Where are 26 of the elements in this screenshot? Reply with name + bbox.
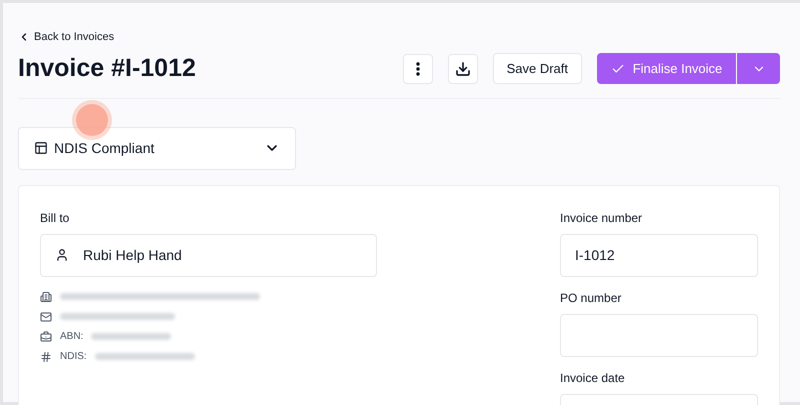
- field-label: Invoice date: [560, 370, 626, 384]
- page-title: Invoice #I-1012: [18, 56, 196, 81]
- back-link[interactable]: Back to Invoices: [18, 29, 114, 46]
- finalise-invoice-button[interactable]: Finalise Invoice: [597, 53, 736, 84]
- layout-icon: [34, 141, 48, 155]
- download-icon: [454, 60, 471, 76]
- compliance-select[interactable]: NDIS Compliant: [18, 126, 296, 170]
- building-icon: [40, 290, 52, 302]
- bill-to-label: Bill to: [40, 210, 70, 224]
- finalise-options-button[interactable]: [736, 53, 780, 84]
- more-icon: [416, 62, 420, 76]
- input-field[interactable]: [560, 314, 758, 356]
- download-button[interactable]: [448, 54, 478, 84]
- touch-indicator: [76, 104, 108, 136]
- hash-icon: [40, 350, 52, 362]
- person-icon: [55, 248, 69, 262]
- field-label: Invoice number: [560, 210, 644, 224]
- mail-icon: [40, 310, 52, 322]
- detail-label: ABN:: [60, 330, 84, 344]
- detail-label: NDIS:: [60, 350, 87, 364]
- field-label: PO number: [560, 290, 622, 304]
- client-field[interactable]: Rubi Help Hand: [40, 234, 377, 276]
- input-field[interactable]: I-1012: [560, 234, 758, 276]
- briefcase-icon: [40, 330, 52, 342]
- more-button[interactable]: [402, 54, 433, 84]
- save-draft-button[interactable]: Save Draft: [492, 53, 582, 84]
